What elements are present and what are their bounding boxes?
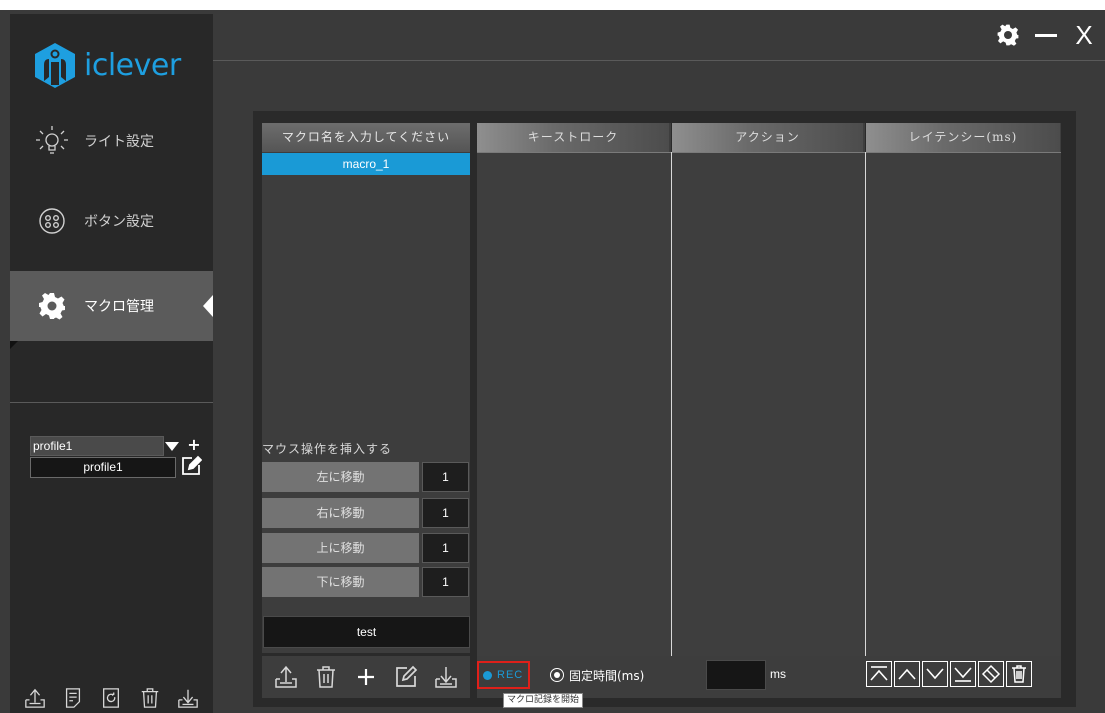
sidebar-item-label: ボタン設定 bbox=[84, 214, 154, 230]
column-separator bbox=[865, 152, 866, 656]
move-up-icon bbox=[898, 668, 916, 680]
eraser-icon bbox=[981, 664, 1001, 684]
rec-tooltip: マクロ記録を開始 bbox=[503, 693, 584, 708]
add-profile-button[interactable]: + bbox=[186, 435, 202, 455]
profile-select[interactable]: profile1 bbox=[30, 436, 164, 456]
macro-toolbar bbox=[262, 656, 470, 698]
download-icon[interactable] bbox=[433, 664, 459, 690]
move-down-button[interactable]: 下に移動 bbox=[262, 567, 419, 597]
close-button[interactable]: X bbox=[1071, 22, 1097, 48]
record-dot-icon bbox=[483, 670, 492, 680]
document-icon[interactable] bbox=[62, 687, 84, 709]
iclever-logo-icon bbox=[35, 43, 75, 88]
macro-list-header: マクロ名を入力してください bbox=[262, 123, 470, 152]
upload-icon[interactable] bbox=[273, 664, 299, 690]
keystroke-column bbox=[477, 123, 671, 656]
gear-icon bbox=[997, 24, 1019, 46]
lightbulb-icon bbox=[32, 121, 72, 161]
radio-dot bbox=[554, 672, 560, 678]
sidebar-item-label: ライト設定 bbox=[84, 134, 154, 150]
clear-button[interactable] bbox=[978, 661, 1004, 687]
column-header-action: アクション bbox=[672, 123, 863, 152]
brand-name: iclever bbox=[84, 47, 181, 83]
move-down-value[interactable]: 1 bbox=[422, 567, 469, 597]
move-up-value[interactable]: 1 bbox=[422, 533, 469, 563]
sidebar-item-macro-management[interactable]: マクロ管理 bbox=[10, 271, 213, 349]
edit-profile-button[interactable] bbox=[180, 455, 203, 477]
minimize-icon bbox=[1035, 34, 1057, 37]
move-bottom-icon bbox=[954, 667, 972, 682]
chevron-down-icon bbox=[165, 441, 179, 451]
trash-icon bbox=[1012, 665, 1026, 683]
profile-dropdown-button[interactable] bbox=[160, 436, 184, 456]
latency-column bbox=[866, 123, 1061, 656]
edit-icon bbox=[182, 455, 203, 475]
rec-label: REC bbox=[497, 669, 524, 681]
move-up-button[interactable] bbox=[894, 661, 920, 687]
trash-icon[interactable] bbox=[139, 687, 161, 709]
fixed-time-input[interactable] bbox=[706, 660, 766, 690]
app-window: iclever ライト設定 ボタン設定 マクロ管理 profile1 + pro… bbox=[0, 0, 1105, 713]
settings-button[interactable] bbox=[995, 22, 1021, 48]
rec-button[interactable]: REC bbox=[477, 661, 530, 689]
move-right-value[interactable]: 1 bbox=[422, 498, 469, 528]
sidebar-item-button-settings[interactable]: ボタン設定 bbox=[10, 186, 213, 256]
edit-icon[interactable] bbox=[393, 664, 419, 690]
sidebar-item-light-settings[interactable]: ライト設定 bbox=[10, 106, 213, 176]
move-down-button[interactable] bbox=[922, 661, 948, 687]
mouse-section-label: マウス操作を挿入する bbox=[262, 442, 393, 456]
plus-icon: + bbox=[187, 435, 201, 454]
buttons-icon bbox=[32, 201, 72, 241]
macro-list-item[interactable]: macro_1 bbox=[262, 153, 470, 175]
gear-icon bbox=[32, 286, 72, 326]
minimize-button[interactable] bbox=[1033, 22, 1059, 48]
move-left-value[interactable]: 1 bbox=[422, 462, 469, 492]
delete-row-button[interactable] bbox=[1006, 661, 1032, 687]
column-header-keystroke: キーストローク bbox=[477, 123, 669, 152]
column-separator bbox=[671, 152, 672, 656]
macro-name-input[interactable]: test bbox=[263, 616, 470, 648]
fixed-time-label: 固定時間(ms) bbox=[569, 669, 645, 683]
download-icon[interactable] bbox=[177, 687, 199, 709]
action-column bbox=[672, 123, 865, 656]
upload-icon[interactable] bbox=[24, 687, 46, 709]
trash-icon[interactable] bbox=[313, 664, 339, 690]
order-buttons bbox=[866, 661, 1032, 687]
move-top-icon bbox=[870, 666, 888, 681]
window-controls: X bbox=[995, 22, 1097, 48]
plus-icon[interactable] bbox=[353, 664, 379, 690]
move-up-button[interactable]: 上に移動 bbox=[262, 533, 419, 563]
window-top-edge bbox=[0, 0, 1105, 10]
refresh-icon[interactable] bbox=[100, 687, 122, 709]
corner-fold bbox=[10, 341, 18, 349]
sidebar-item-label: マクロ管理 bbox=[84, 299, 154, 315]
sidebar-toolbar bbox=[10, 683, 213, 713]
move-to-bottom-button[interactable] bbox=[950, 661, 976, 687]
header-divider bbox=[213, 60, 1105, 61]
sidebar-divider bbox=[10, 402, 213, 403]
move-down-icon bbox=[926, 668, 944, 680]
brand-logo: iclever bbox=[32, 40, 212, 90]
ms-unit-label: ms bbox=[770, 667, 786, 681]
profile-name-field[interactable]: profile1 bbox=[30, 457, 176, 478]
move-left-button[interactable]: 左に移動 bbox=[262, 462, 419, 492]
table-header-line bbox=[477, 152, 1061, 153]
move-to-top-button[interactable] bbox=[866, 661, 892, 687]
fixed-time-radio[interactable] bbox=[550, 668, 564, 682]
active-indicator-arrow bbox=[203, 295, 213, 317]
column-header-latency: レイテンシー(ms) bbox=[866, 123, 1060, 152]
sidebar: iclever ライト設定 ボタン設定 マクロ管理 profile1 + pro… bbox=[10, 14, 213, 713]
move-right-button[interactable]: 右に移動 bbox=[262, 498, 419, 528]
